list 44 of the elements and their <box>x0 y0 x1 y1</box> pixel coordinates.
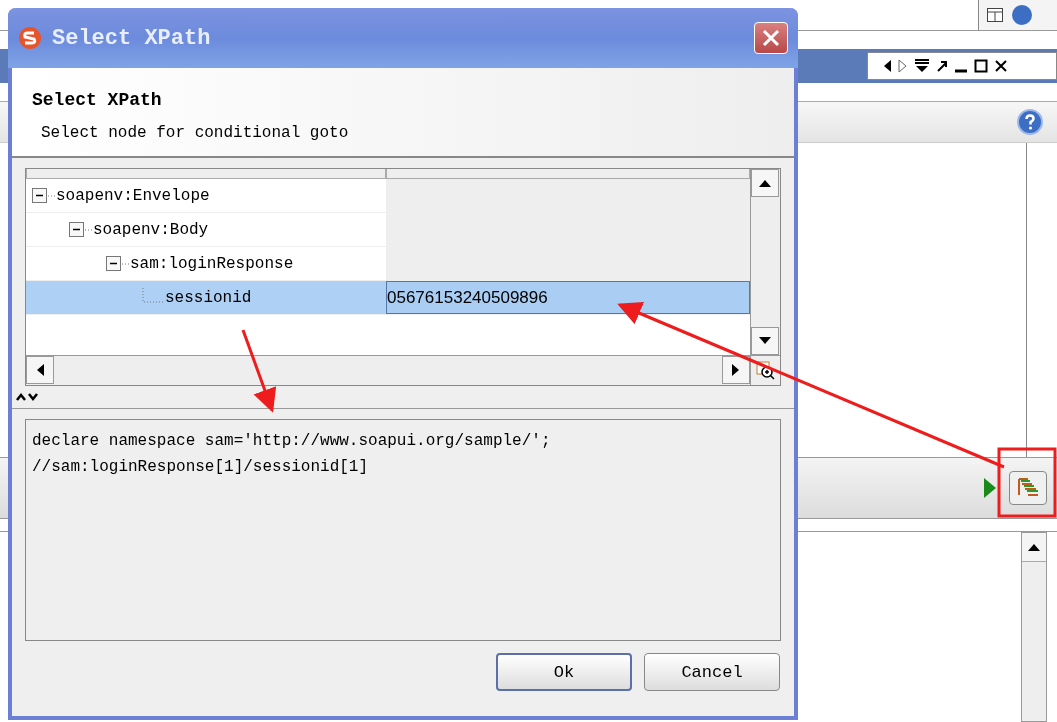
dialog-heading: Select XPath <box>32 90 163 110</box>
left-arrow-icon[interactable] <box>36 364 44 376</box>
close-icon[interactable] <box>994 59 1008 73</box>
xpath-field[interactable]: declare namespace sam='http://www.soapui.org/sample/'; //sam:loginResponse[1]/sessionid[1] <box>25 419 781 641</box>
horizontal-scrollbar[interactable] <box>26 355 750 385</box>
node-name: sam:loginResponse <box>130 254 294 273</box>
tree-connector-icon <box>122 262 130 265</box>
tree-row[interactable]: soapenv:Body <box>26 213 750 247</box>
vertical-scrollbar[interactable] <box>750 169 780 355</box>
play-icon[interactable] <box>983 477 997 499</box>
highlight-frame <box>997 447 1057 518</box>
node-name: soapenv:Body <box>93 220 209 239</box>
right-arrow-icon[interactable] <box>732 364 740 376</box>
cancel-button[interactable]: Cancel <box>644 653 780 691</box>
close-button[interactable] <box>754 22 788 54</box>
tree-icon <box>1016 477 1040 499</box>
tree-connector-icon <box>85 228 93 231</box>
down-arrow-icon[interactable] <box>759 337 771 345</box>
collapse-icon[interactable] <box>32 187 48 204</box>
left-arrow-icon[interactable] <box>882 59 892 73</box>
node-name: sessionid <box>165 288 252 307</box>
tree-row[interactable]: sam:loginResponse <box>26 247 750 281</box>
menu-down-icon[interactable] <box>914 59 930 73</box>
window-title: Select XPath <box>52 25 212 51</box>
tree-connector-icon <box>48 194 56 197</box>
tree-row[interactable]: soapenv:Envelope <box>26 179 750 213</box>
node-name: soapenv:Envelope <box>56 186 210 205</box>
up-arrow-icon[interactable] <box>759 179 771 187</box>
tree-row[interactable]: sessionid 05676153240509896 <box>26 281 750 315</box>
up-arrow-icon[interactable] <box>1028 543 1040 551</box>
restore-icon[interactable] <box>936 59 948 73</box>
collapse-icon[interactable] <box>69 221 85 238</box>
maximize-icon[interactable] <box>974 59 988 73</box>
vertical-scrollbar[interactable] <box>1021 532 1047 722</box>
dialog-description: Select node for conditional goto <box>40 124 350 142</box>
close-icon <box>762 29 780 47</box>
layout-icon[interactable] <box>987 8 1003 22</box>
split-arrows-icon[interactable] <box>16 392 38 402</box>
ok-button[interactable]: Ok <box>496 653 632 691</box>
zoom-icon[interactable] <box>755 360 776 381</box>
collapse-icon[interactable] <box>106 255 122 272</box>
app-logo-icon <box>18 26 42 50</box>
xpath-selector-button[interactable] <box>1009 471 1047 505</box>
node-value: 05676153240509896 <box>387 287 548 308</box>
